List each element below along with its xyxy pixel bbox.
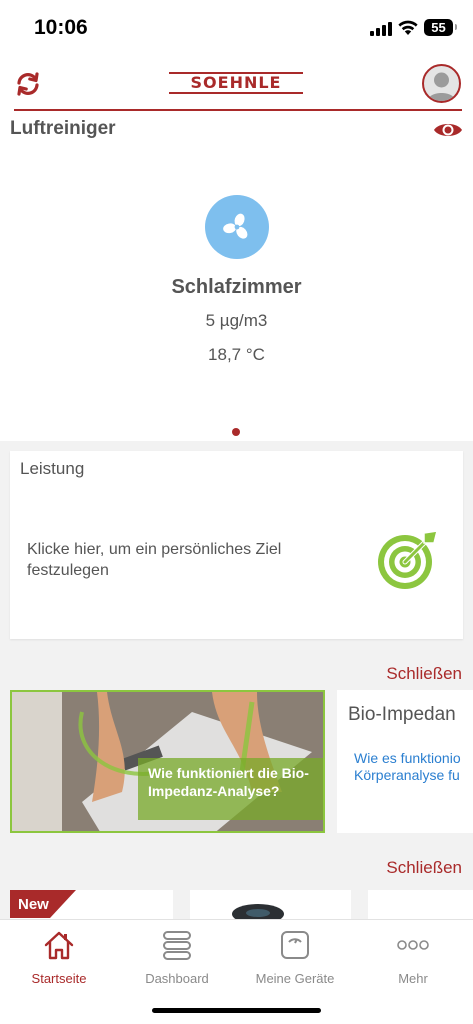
tab-label: Startseite [31, 971, 87, 986]
target-icon [378, 530, 439, 589]
status-bar: 10:06 55 [0, 0, 473, 58]
logo-text: SOEHNLE [190, 73, 282, 92]
tab-meine-geraete[interactable]: Meine Geräte [236, 928, 354, 990]
home-indicator[interactable] [152, 1008, 321, 1013]
user-icon [427, 72, 456, 101]
page-indicator-dot[interactable] [232, 428, 240, 436]
tab-startseite[interactable]: Startseite [0, 928, 118, 990]
status-time: 10:06 [34, 16, 88, 39]
avatar[interactable] [422, 64, 461, 103]
bio-impedance-link[interactable]: Wie es funktionio Körperanalyse fu [354, 750, 461, 784]
close-promo-link[interactable]: Schließen [386, 664, 462, 684]
tab-label: Meine Geräte [255, 971, 335, 986]
soehnle-logo: SOEHNLE [169, 72, 303, 96]
bio-impedance-link-line1: Wie es funktionio [354, 750, 461, 766]
cellular-signal-icon [370, 22, 392, 36]
close-products-link[interactable]: Schließen [386, 858, 462, 878]
scale-icon [281, 931, 309, 959]
eye-icon[interactable] [433, 120, 463, 140]
tab-mehr[interactable]: Mehr [354, 928, 472, 990]
device-fan-button[interactable] [205, 195, 269, 259]
product-card-new[interactable]: New [10, 890, 173, 919]
bio-impedance-card[interactable]: Bio-Impedan Wie es funktionio Körperanal… [337, 690, 473, 833]
device-name: Schlafzimmer [171, 276, 302, 298]
promo-caption: Wie funktioniert die Bio-Impedanz-Analys… [138, 758, 323, 820]
new-badge-label: New [18, 896, 49, 913]
wifi-icon [398, 20, 418, 35]
battery-level: 55 [431, 20, 446, 35]
battery-icon: 55 [424, 19, 457, 36]
device-temperature: 18,7 °C [208, 345, 265, 364]
device-pm-value: 5 µg/m3 [205, 311, 268, 330]
product-card[interactable] [190, 890, 351, 919]
dashboard-icon [163, 931, 191, 960]
new-badge: New [10, 890, 80, 918]
fan-icon [223, 213, 248, 239]
performance-text: Klicke hier, um ein persönliches Ziel fe… [27, 541, 282, 579]
performance-card[interactable]: Leistung Klicke hier, um ein persönliche… [10, 451, 463, 639]
more-icon [397, 940, 429, 950]
tab-dashboard[interactable]: Dashboard [118, 928, 236, 990]
bio-impedance-link-line2: Körperanalyse fu [354, 767, 460, 783]
scale-product-icon [232, 904, 284, 919]
section-title: Luftreiniger [10, 118, 116, 139]
refresh-icon[interactable] [14, 70, 42, 98]
app-header: SOEHNLE [0, 58, 473, 110]
bio-impedance-title: Bio-Impedan [348, 704, 456, 725]
product-card[interactable] [368, 890, 473, 919]
performance-title: Leistung [20, 459, 85, 478]
header-divider [14, 109, 462, 111]
home-icon [44, 931, 74, 960]
tab-label: Mehr [398, 971, 428, 986]
tab-label: Dashboard [145, 971, 209, 986]
bio-impedance-promo-image[interactable]: Wie funktioniert die Bio-Impedanz-Analys… [10, 690, 325, 833]
